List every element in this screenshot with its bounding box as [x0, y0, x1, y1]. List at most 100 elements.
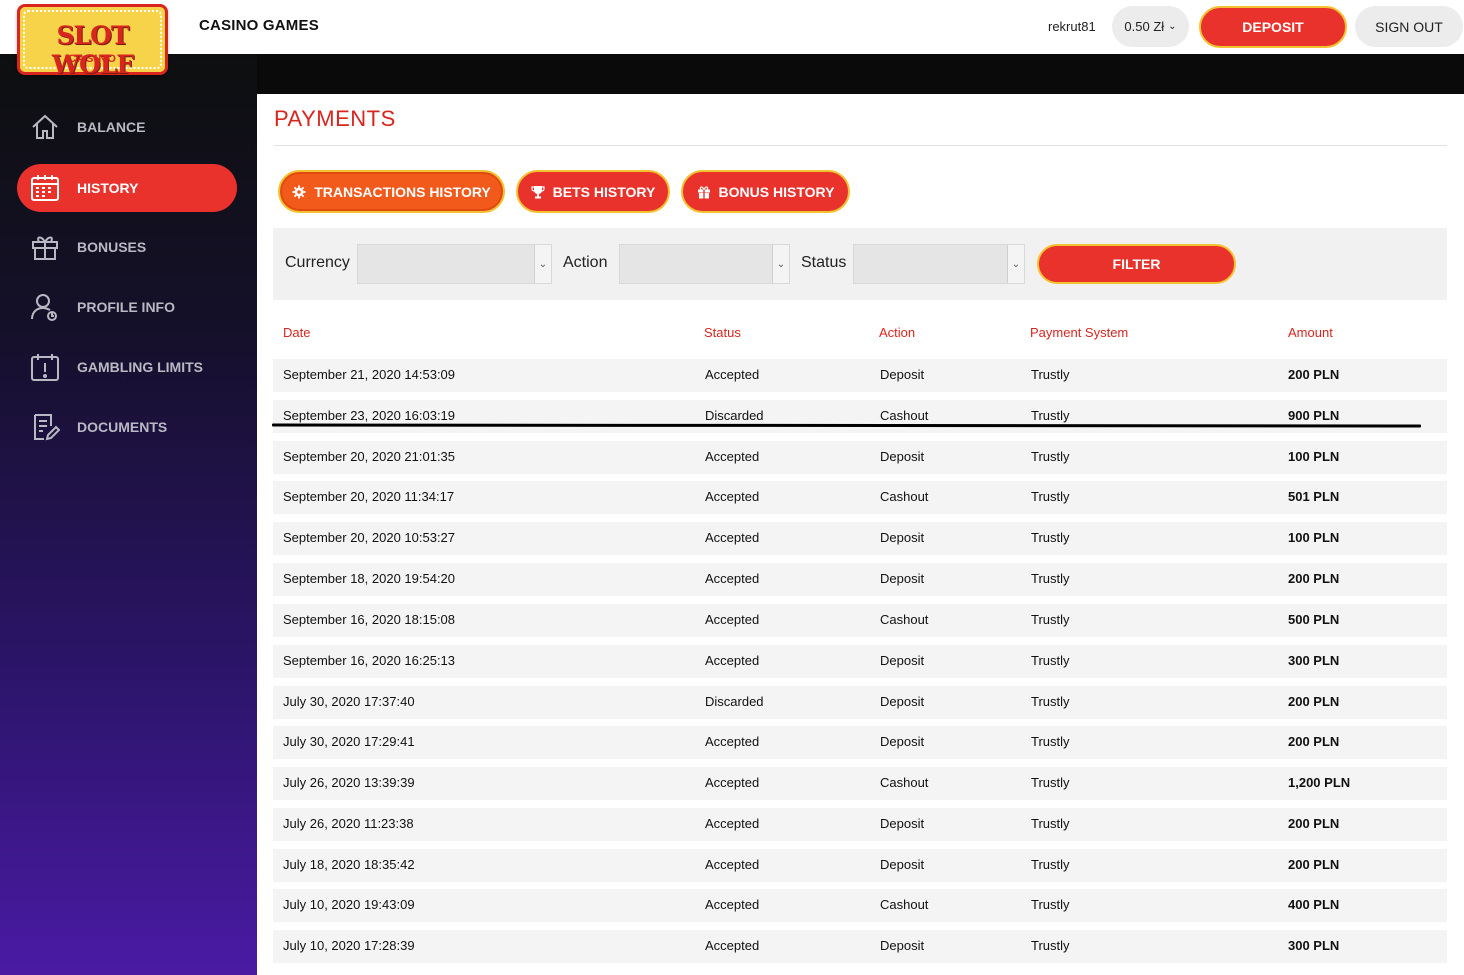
cell-date: September 21, 2020 14:53:09 [283, 367, 456, 382]
cell-amount: 200 PLN [1288, 694, 1340, 709]
cell-payment-system: Trustly [1031, 734, 1070, 749]
tab-transactions-history[interactable]: TRANSACTIONS HISTORY [278, 170, 505, 213]
tab-bonus-history[interactable]: BONUS HISTORY [681, 170, 850, 213]
cell-status: Accepted [705, 612, 760, 627]
status-select[interactable]: ⌄ [853, 244, 1025, 284]
cell-amount: 1,200 PLN [1288, 775, 1351, 790]
table-row: September 16, 2020 18:15:08 Accepted Casho… [273, 604, 1447, 637]
gift-icon [30, 232, 60, 262]
cell-amount: 200 PLN [1288, 367, 1340, 382]
table-row: September 20, 2020 21:01:35 Accepted Depos… [273, 441, 1447, 474]
table-row: July 30, 2020 17:29:41 Accepted Deposit Tru… [273, 726, 1447, 759]
cell-amount: 900 PLN [1288, 408, 1340, 423]
cell-date: July 10, 2020 19:43:09 [283, 897, 415, 912]
cell-action: Deposit [880, 857, 925, 872]
sidebar-item-label: BALANCE [77, 119, 146, 135]
top-header: SLOT WOLF CASINO CASINO GAMES rekrut81 0… [0, 0, 1464, 79]
cell-payment-system: Trustly [1031, 367, 1070, 382]
cell-action: Cashout [880, 612, 929, 627]
table-row: July 30, 2020 17:37:40 Discarded Deposit Tr… [273, 686, 1447, 719]
cell-amount: 200 PLN [1288, 571, 1340, 586]
cell-status: Accepted [705, 775, 760, 790]
site-logo[interactable]: SLOT WOLF CASINO [17, 4, 168, 79]
home-icon [30, 112, 60, 142]
logo-title: SLOT WOLF [51, 21, 134, 79]
username: rekrut81 [1048, 19, 1096, 34]
sidebar-item-label: PROFILE INFO [77, 299, 175, 315]
cell-date: July 26, 2020 13:39:39 [283, 775, 415, 790]
gift-icon [697, 185, 710, 198]
chevron-down-icon: ⌄ [1168, 21, 1177, 32]
cell-status: Accepted [705, 367, 760, 382]
cell-date: July 18, 2020 18:35:42 [283, 857, 415, 872]
casino-games-link[interactable]: CASINO GAMES [199, 17, 319, 34]
currency-select[interactable]: ⌄ [357, 244, 552, 284]
sidebar-item-history[interactable]: HISTORY [17, 164, 237, 212]
cell-payment-system: Trustly [1031, 857, 1070, 872]
cell-payment-system: Trustly [1031, 530, 1070, 545]
action-select[interactable]: ⌄ [619, 244, 790, 284]
cell-payment-system: Trustly [1031, 816, 1070, 831]
balance-dropdown[interactable]: 0.50 Zł ⌄ [1112, 6, 1189, 47]
cell-date: July 30, 2020 17:29:41 [283, 734, 415, 749]
chevron-down-icon: ⌄ [1007, 245, 1024, 283]
cell-date: September 20, 2020 11:34:17 [283, 489, 455, 504]
sidebar-item-balance[interactable]: BALANCE [17, 103, 237, 151]
table-row: September 23, 2020 16:03:19 Discarded Cash… [273, 400, 1447, 433]
table-row: July 18, 2020 18:35:42 Accepted Deposit Tru… [273, 849, 1447, 882]
cell-status: Accepted [705, 489, 760, 504]
table-row: September 21, 2020 14:53:09 Accepted Depos… [273, 359, 1447, 392]
cell-payment-system: Trustly [1031, 408, 1070, 423]
sidebar-item-label: BONUSES [77, 239, 147, 255]
gear-icon [292, 185, 306, 198]
cell-amount: 400 PLN [1288, 897, 1340, 912]
cell-action: Deposit [880, 694, 925, 709]
limits-icon [30, 352, 60, 382]
sidebar-item-gambling-limits[interactable]: GAMBLING LIMITS [17, 343, 237, 391]
cell-action: Cashout [880, 897, 929, 912]
cell-action: Cashout [880, 408, 929, 423]
sign-out-button[interactable]: SIGN OUT [1355, 6, 1463, 47]
cell-payment-system: Trustly [1031, 938, 1070, 953]
title-divider [274, 145, 1447, 146]
cell-amount: 501 PLN [1288, 489, 1340, 504]
cell-status: Accepted [705, 938, 760, 953]
tab-bets-history[interactable]: BETS HISTORY [516, 170, 670, 213]
cell-payment-system: Trustly [1031, 489, 1070, 504]
sidebar-item-profile-info[interactable]: PROFILE INFO [17, 283, 237, 331]
cell-payment-system: Trustly [1031, 571, 1070, 586]
cell-amount: 100 PLN [1288, 530, 1340, 545]
cell-date: September 20, 2020 10:53:27 [283, 530, 456, 545]
deposit-button[interactable]: DEPOSIT [1199, 6, 1347, 48]
cell-action: Deposit [880, 367, 925, 382]
chevron-down-icon: ⌄ [772, 245, 789, 283]
cell-status: Discarded [705, 694, 764, 709]
column-header-payment-system: Payment System [1030, 325, 1129, 340]
trophy-icon [531, 185, 545, 198]
table-row: July 10, 2020 17:28:39 Accepted Deposit Tru… [273, 930, 1447, 963]
document-icon [30, 412, 60, 442]
cell-date: July 26, 2020 11:23:38 [283, 816, 414, 831]
cell-date: September 23, 2020 16:03:19 [283, 408, 456, 423]
column-header-action: Action [879, 325, 916, 340]
table-row: July 26, 2020 13:39:39 Accepted Cashout Tru… [273, 767, 1447, 800]
logo-subtitle: CASINO [68, 53, 117, 65]
cell-action: Deposit [880, 653, 925, 668]
sidebar-item-documents[interactable]: DOCUMENTS [17, 403, 237, 451]
table-row: September 20, 2020 11:34:17 Accepted Casho… [273, 481, 1447, 514]
filter-button[interactable]: FILTER [1037, 244, 1236, 284]
balance-value: 0.50 Zł [1124, 19, 1165, 34]
cell-payment-system: Trustly [1031, 612, 1070, 627]
tab-label: BONUS HISTORY [718, 183, 835, 200]
sidebar-item-bonuses[interactable]: BONUSES [17, 223, 237, 271]
cell-action: Deposit [880, 449, 925, 464]
tab-label: BETS HISTORY [552, 183, 656, 200]
column-header-date: Date [283, 325, 311, 340]
user-icon [30, 292, 60, 322]
cell-action: Deposit [880, 571, 925, 586]
cell-payment-system: Trustly [1031, 449, 1070, 464]
cell-date: September 18, 2020 19:54:20 [283, 571, 456, 586]
cell-status: Accepted [705, 653, 760, 668]
chevron-down-icon: ⌄ [534, 245, 551, 283]
cell-action: Cashout [880, 775, 929, 790]
